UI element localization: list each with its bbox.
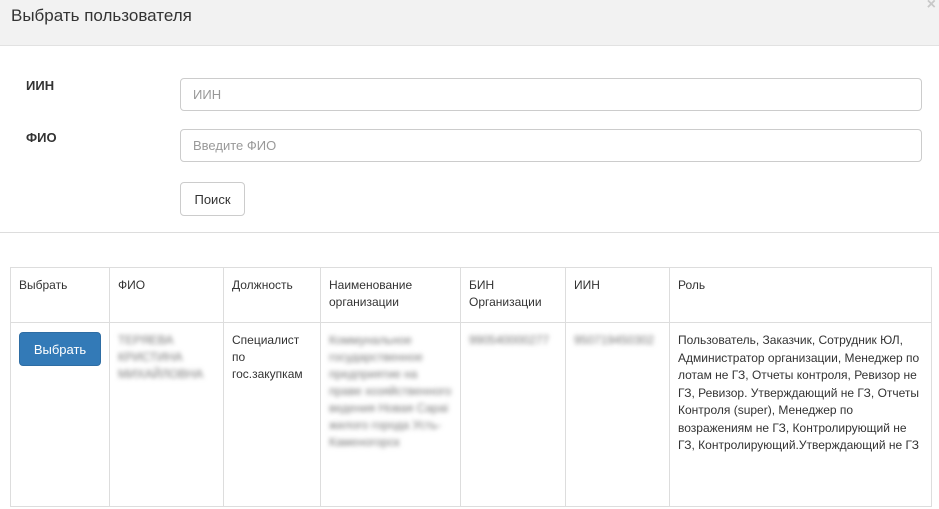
user-roles: Пользователь, Заказчик, Сотрудник ЮЛ, Ад… [678,333,920,452]
org-name: Коммунальное государственное предприятие… [329,333,452,449]
fio-input[interactable] [180,129,922,162]
users-table: Выбрать ФИО Должность Наименование орган… [10,267,932,507]
modal-header: Выбрать пользователя × [0,0,939,46]
org-bin: 990540000277 [469,333,550,347]
header-org-name: Наименование организации [320,267,461,323]
fio-label: ФИО [26,130,57,145]
cell-position: Специалист по гос.закупкам [223,322,321,507]
search-button[interactable]: Поиск [180,182,245,216]
header-select: Выбрать [10,267,110,323]
iin-label: ИИН [26,78,55,93]
table-header-row: Выбрать ФИО Должность Наименование орган… [10,267,932,323]
cell-bin: 990540000277 [460,322,566,507]
close-icon[interactable]: × [927,0,936,13]
cell-org-name: Коммунальное государственное предприятие… [320,322,461,507]
header-bin: БИН Организации [460,267,566,323]
header-position: Должность [223,267,321,323]
cell-iin: 950719450302 [565,322,670,507]
header-iin: ИИН [565,267,670,323]
header-fio: ФИО [109,267,224,323]
select-user-button[interactable]: Выбрать [19,332,101,366]
user-position: Специалист по гос.закупкам [232,333,303,381]
cell-select: Выбрать [10,322,110,507]
user-iin: 950719450302 [574,333,655,347]
modal-title: Выбрать пользователя [11,6,192,25]
table-row: Выбрать ТЕРЯЕВА КРИСТИНА МИХАЙЛОВНА Спец… [10,322,932,507]
cell-fio: ТЕРЯЕВА КРИСТИНА МИХАЙЛОВНА [109,322,224,507]
divider [0,232,939,233]
iin-input[interactable] [180,78,922,111]
user-fio: ТЕРЯЕВА КРИСТИНА МИХАЙЛОВНА [118,333,204,381]
cell-role: Пользователь, Заказчик, Сотрудник ЮЛ, Ад… [669,322,932,507]
header-role: Роль [669,267,932,323]
